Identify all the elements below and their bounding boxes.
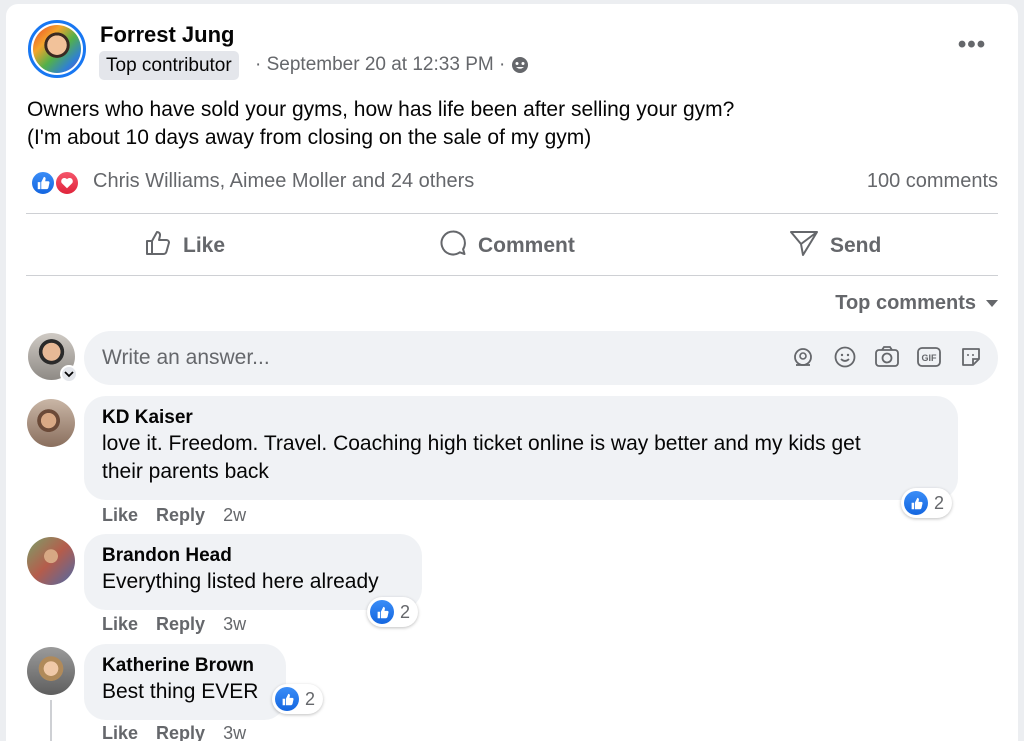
gif-icon[interactable]: GIF: [916, 344, 942, 370]
comment-label: Comment: [478, 234, 575, 257]
comment-bubble-icon: [438, 228, 468, 264]
composer-tools: GIF: [790, 344, 984, 370]
send-label: Send: [830, 234, 882, 257]
comment-composer[interactable]: Write an answer... GIF: [84, 331, 998, 385]
comment-reply-button[interactable]: Reply: [156, 723, 205, 741]
comment-time[interactable]: 3w: [223, 614, 246, 635]
commenter-name[interactable]: Katherine Brown: [102, 654, 268, 678]
svg-text:GIF: GIF: [922, 353, 938, 363]
like-label: Like: [183, 234, 226, 257]
group-audience-icon: [511, 56, 529, 74]
commenter-avatar[interactable]: [27, 647, 75, 695]
sort-comments-dropdown[interactable]: Top comments: [835, 292, 998, 315]
author-name[interactable]: Forrest Jung: [100, 22, 234, 48]
post-text-line: Owners who have sold your gyms, how has …: [27, 98, 735, 121]
comments-count[interactable]: 100 comments: [867, 170, 998, 193]
chevron-down-icon: [60, 365, 78, 383]
comment-bubble: KD Kaiser love it. Freedom. Travel. Coac…: [84, 396, 958, 500]
comment-reactions[interactable]: 2: [367, 597, 419, 627]
divider: [26, 213, 998, 214]
post-meta: · September 20 at 12:33 PM ·: [255, 54, 529, 76]
reaction-names[interactable]: Chris Williams, Aimee Moller and 24 othe…: [93, 170, 474, 193]
comment-reply-button[interactable]: Reply: [156, 614, 205, 635]
divider: [26, 275, 998, 276]
comment-actions: Like Reply 3w: [102, 723, 246, 741]
comment-input[interactable]: Write an answer...: [102, 346, 270, 370]
comment-text: Best thing EVER: [102, 680, 259, 703]
emoji-icon[interactable]: [832, 344, 858, 370]
reaction-count: 2: [400, 601, 411, 622]
avatar-sticker-icon[interactable]: [790, 344, 816, 370]
commenter-avatar[interactable]: [27, 399, 75, 447]
thumbs-up-icon: [143, 228, 173, 264]
comment-bubble: Katherine Brown Best thing EVER: [84, 644, 286, 720]
comment-bubble: Brandon Head Everything listed here alre…: [84, 534, 422, 610]
more-options-icon[interactable]: •••: [954, 30, 990, 66]
reaction-count: 2: [305, 688, 316, 709]
reaction-count: 2: [934, 492, 945, 513]
post-text-line: (I'm about 10 days away from closing on …: [27, 126, 592, 149]
comment-actions: Like Reply 3w: [102, 614, 246, 635]
like-reaction-icon: [904, 491, 928, 515]
comment-text: their parents back: [102, 460, 269, 483]
like-reaction-icon: [30, 170, 56, 196]
author-avatar[interactable]: [28, 20, 86, 78]
comment-reactions[interactable]: 2: [901, 488, 953, 518]
caret-down-icon: [986, 300, 998, 307]
comment-actions: Like Reply 2w: [102, 505, 246, 526]
camera-icon[interactable]: [874, 344, 900, 370]
sticker-icon[interactable]: [958, 344, 984, 370]
reactions-summary[interactable]: [30, 170, 82, 196]
like-reaction-icon: [370, 600, 394, 624]
post-text: Owners who have sold your gyms, how has …: [27, 96, 734, 152]
comment-like-button[interactable]: Like: [102, 723, 138, 741]
commenter-name[interactable]: KD Kaiser: [102, 406, 940, 430]
love-reaction-icon: [54, 170, 80, 196]
top-contributor-badge[interactable]: Top contributor: [99, 51, 239, 80]
comment-text: Everything listed here already: [102, 570, 379, 593]
comment-button[interactable]: Comment: [438, 228, 575, 264]
send-icon: [788, 228, 820, 264]
comment-text: love it. Freedom. Travel. Coaching high …: [102, 432, 861, 455]
commenter-avatar[interactable]: [27, 537, 75, 585]
commenter-name[interactable]: Brandon Head: [102, 544, 404, 568]
comment-reply-button[interactable]: Reply: [156, 505, 205, 526]
comment-like-button[interactable]: Like: [102, 505, 138, 526]
send-button[interactable]: Send: [788, 228, 881, 264]
sort-label: Top comments: [835, 292, 976, 314]
comment-like-button[interactable]: Like: [102, 614, 138, 635]
current-user-avatar[interactable]: [28, 333, 78, 383]
comment-reactions[interactable]: 2: [272, 684, 324, 714]
like-button[interactable]: Like: [143, 228, 225, 264]
comment-time[interactable]: 2w: [223, 505, 246, 526]
like-reaction-icon: [275, 687, 299, 711]
post-timestamp[interactable]: · September 20 at 12:33 PM ·: [255, 54, 505, 76]
comment-time[interactable]: 3w: [223, 723, 246, 741]
reply-thread-line: [50, 700, 52, 741]
